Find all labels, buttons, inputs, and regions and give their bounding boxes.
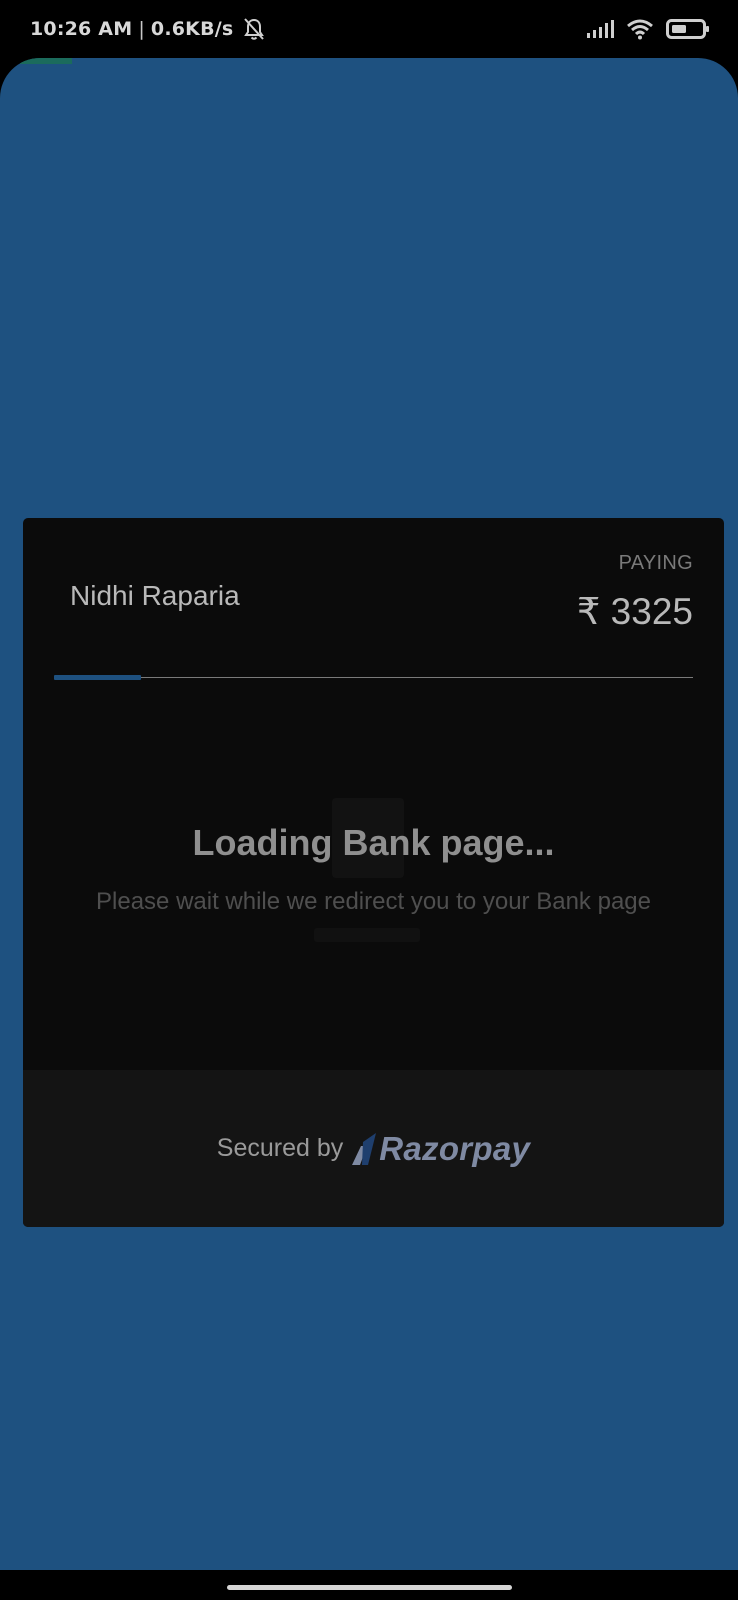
home-gesture-handle[interactable] — [227, 1585, 512, 1590]
bell-off-icon — [243, 17, 265, 41]
status-separator: | — [138, 18, 145, 40]
signal-icon — [586, 19, 614, 39]
checkout-card: Nidhi Raparia PAYING ₹ 3325 Loading Bank… — [23, 518, 724, 1227]
app-background: Nidhi Raparia PAYING ₹ 3325 Loading Bank… — [0, 58, 738, 1570]
page-load-progress-strip — [20, 58, 72, 64]
wifi-icon — [626, 18, 654, 40]
razorpay-mark-icon — [349, 1132, 377, 1166]
razorpay-logo: Razorpay — [349, 1130, 530, 1168]
loading-progress-indicator — [54, 675, 141, 680]
bank-name-placeholder — [314, 928, 420, 942]
battery-icon — [666, 18, 710, 40]
status-bar: 10:26 AM | 0.6KB/s — [0, 0, 738, 58]
secured-by-label: Secured by — [216, 1134, 344, 1162]
loading-title: Loading Bank page... — [192, 822, 555, 863]
secured-footer: Secured by Razorpay — [23, 1070, 724, 1227]
razorpay-brand-name: Razorpay — [379, 1129, 531, 1167]
payment-amount: ₹ 3325 — [576, 591, 693, 632]
status-time: 10:26 AM — [30, 18, 133, 40]
header-divider — [54, 677, 693, 678]
status-bar-right — [586, 18, 710, 40]
loading-subtitle: Please wait while we redirect you to you… — [96, 888, 651, 915]
merchant-name: Nidhi Raparia — [70, 580, 240, 611]
status-network-speed: 0.6KB/s — [150, 18, 234, 40]
paying-label: PAYING — [618, 552, 693, 574]
status-bar-left: 10:26 AM | 0.6KB/s — [30, 17, 265, 41]
